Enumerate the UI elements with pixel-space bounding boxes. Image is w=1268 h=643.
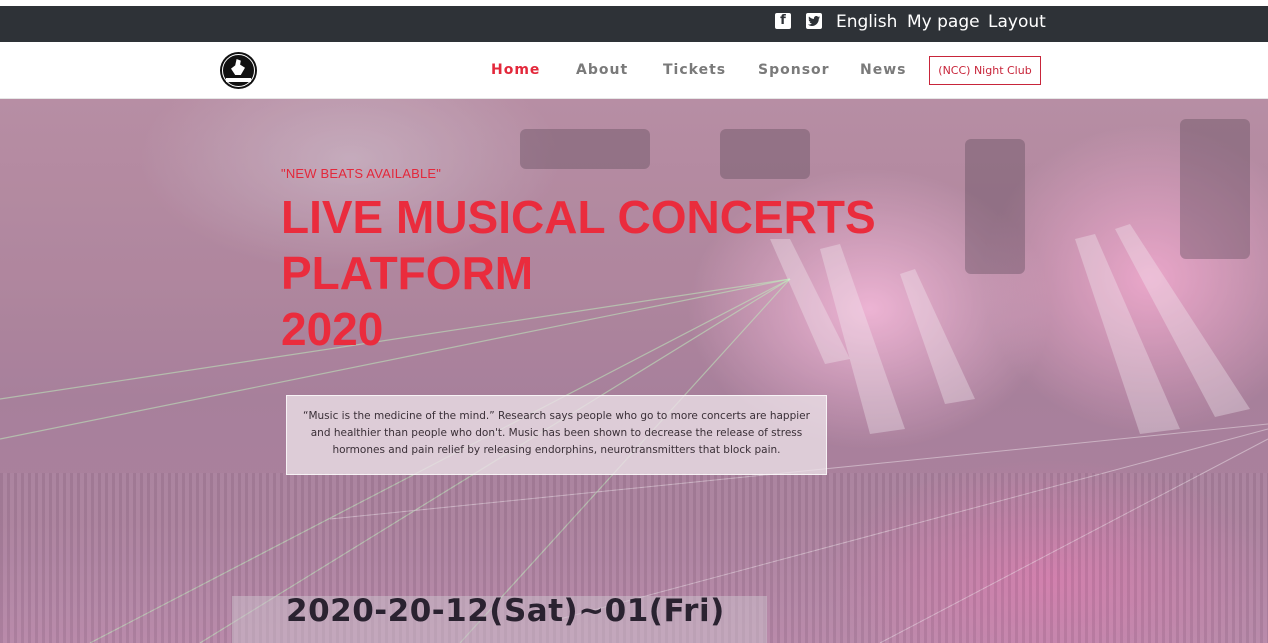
event-date: 2020-20-12(Sat)~01(Fri) bbox=[286, 593, 725, 629]
nav-item-tickets[interactable]: Tickets bbox=[663, 62, 726, 78]
nav-item-news[interactable]: News bbox=[860, 62, 906, 78]
layout-link[interactable]: Layout bbox=[988, 12, 1046, 32]
nav-item-about[interactable]: About bbox=[576, 62, 628, 78]
hero-title-line-3: 2020 bbox=[281, 303, 384, 355]
hero-tagline: "NEW BEATS AVAILABLE" bbox=[281, 166, 442, 181]
twitter-icon[interactable] bbox=[806, 13, 822, 29]
hero-title-line-2: PLATFORM bbox=[281, 247, 534, 299]
hero-section: "NEW BEATS AVAILABLE" LIVE MUSICAL CONCE… bbox=[0, 99, 1268, 643]
language-english-link[interactable]: English bbox=[836, 12, 897, 32]
music-quote-text: “Music is the medicine of the mind.” Res… bbox=[303, 410, 810, 456]
hero-title-line-1: LIVE MUSICAL CONCERTS bbox=[281, 191, 876, 243]
music-quote-box: “Music is the medicine of the mind.” Res… bbox=[286, 395, 827, 475]
top-utility-bar: f English My page Layout bbox=[0, 6, 1268, 42]
hero-title: LIVE MUSICAL CONCERTS PLATFORM 2020 bbox=[281, 189, 941, 357]
site-logo[interactable] bbox=[220, 52, 257, 89]
my-page-link[interactable]: My page bbox=[907, 12, 980, 32]
nav-item-home[interactable]: Home bbox=[491, 62, 540, 78]
night-club-button[interactable]: (NCC) Night Club bbox=[929, 56, 1041, 85]
facebook-icon[interactable]: f bbox=[775, 13, 791, 29]
main-navbar: Home About Tickets Sponsor News (NCC) Ni… bbox=[0, 42, 1268, 99]
nav-item-sponsor[interactable]: Sponsor bbox=[758, 62, 830, 78]
